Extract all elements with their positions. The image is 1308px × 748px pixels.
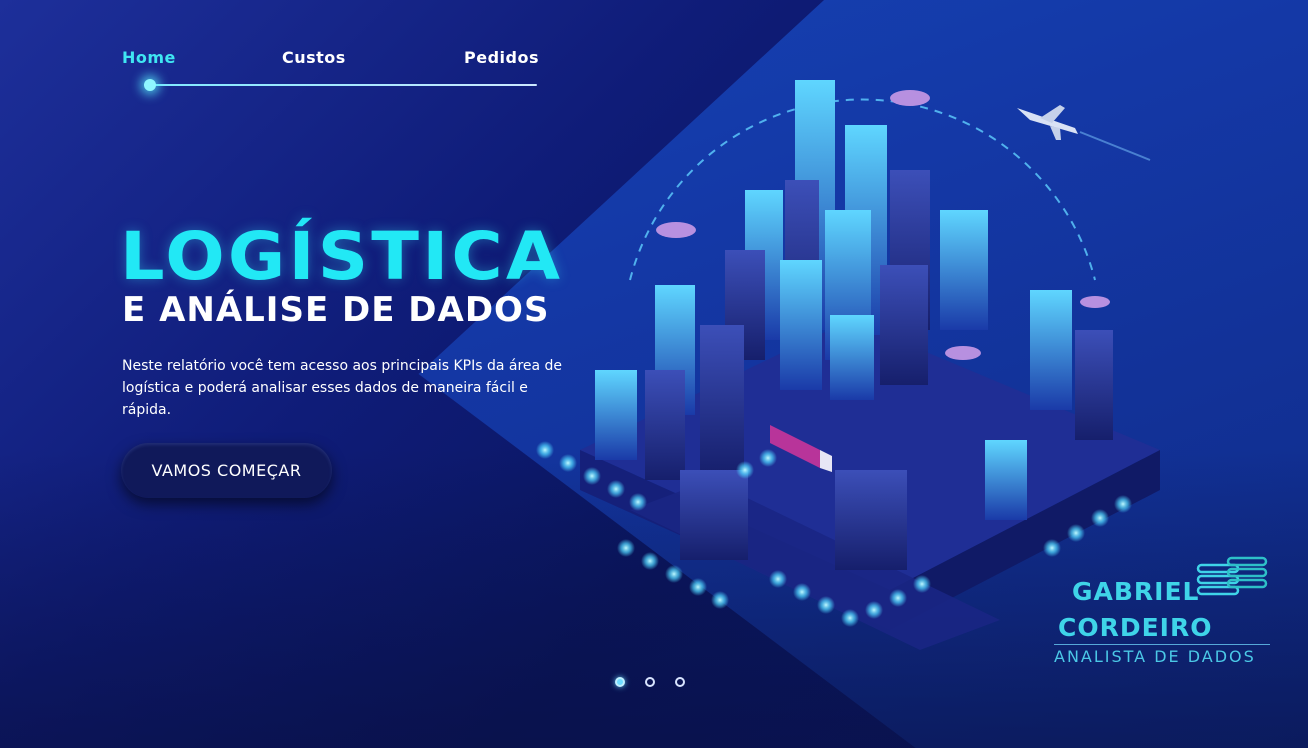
pagination-dot-1[interactable] — [615, 677, 625, 687]
pagination-dot-2[interactable] — [645, 677, 655, 687]
hero-subtitle: E ANÁLISE DE DADOS — [122, 290, 550, 330]
nav-home[interactable]: Home — [122, 48, 176, 67]
logo-database-icon — [1196, 556, 1268, 596]
airplane-icon — [1017, 105, 1151, 161]
author-logo: GABRIEL CORDEIRO ANALISTA DE DADOS — [1052, 555, 1282, 670]
start-button[interactable]: VAMOS COMEÇAR — [121, 443, 332, 498]
nav-underline — [150, 84, 537, 86]
logo-role: ANALISTA DE DADOS — [1054, 647, 1256, 666]
logo-divider — [1054, 644, 1270, 645]
logo-last-name: CORDEIRO — [1058, 613, 1213, 642]
nav-custos[interactable]: Custos — [282, 48, 346, 67]
logo-first-name: GABRIEL — [1072, 577, 1200, 606]
pagination-dot-3[interactable] — [675, 677, 685, 687]
hero-description: Neste relatório você tem acesso aos prin… — [122, 358, 563, 418]
nav-active-indicator — [144, 79, 156, 91]
hero-title: LOGÍSTICA — [120, 218, 564, 295]
top-nav: Home Custos Pedidos — [122, 48, 538, 92]
carousel-pagination — [615, 677, 685, 687]
